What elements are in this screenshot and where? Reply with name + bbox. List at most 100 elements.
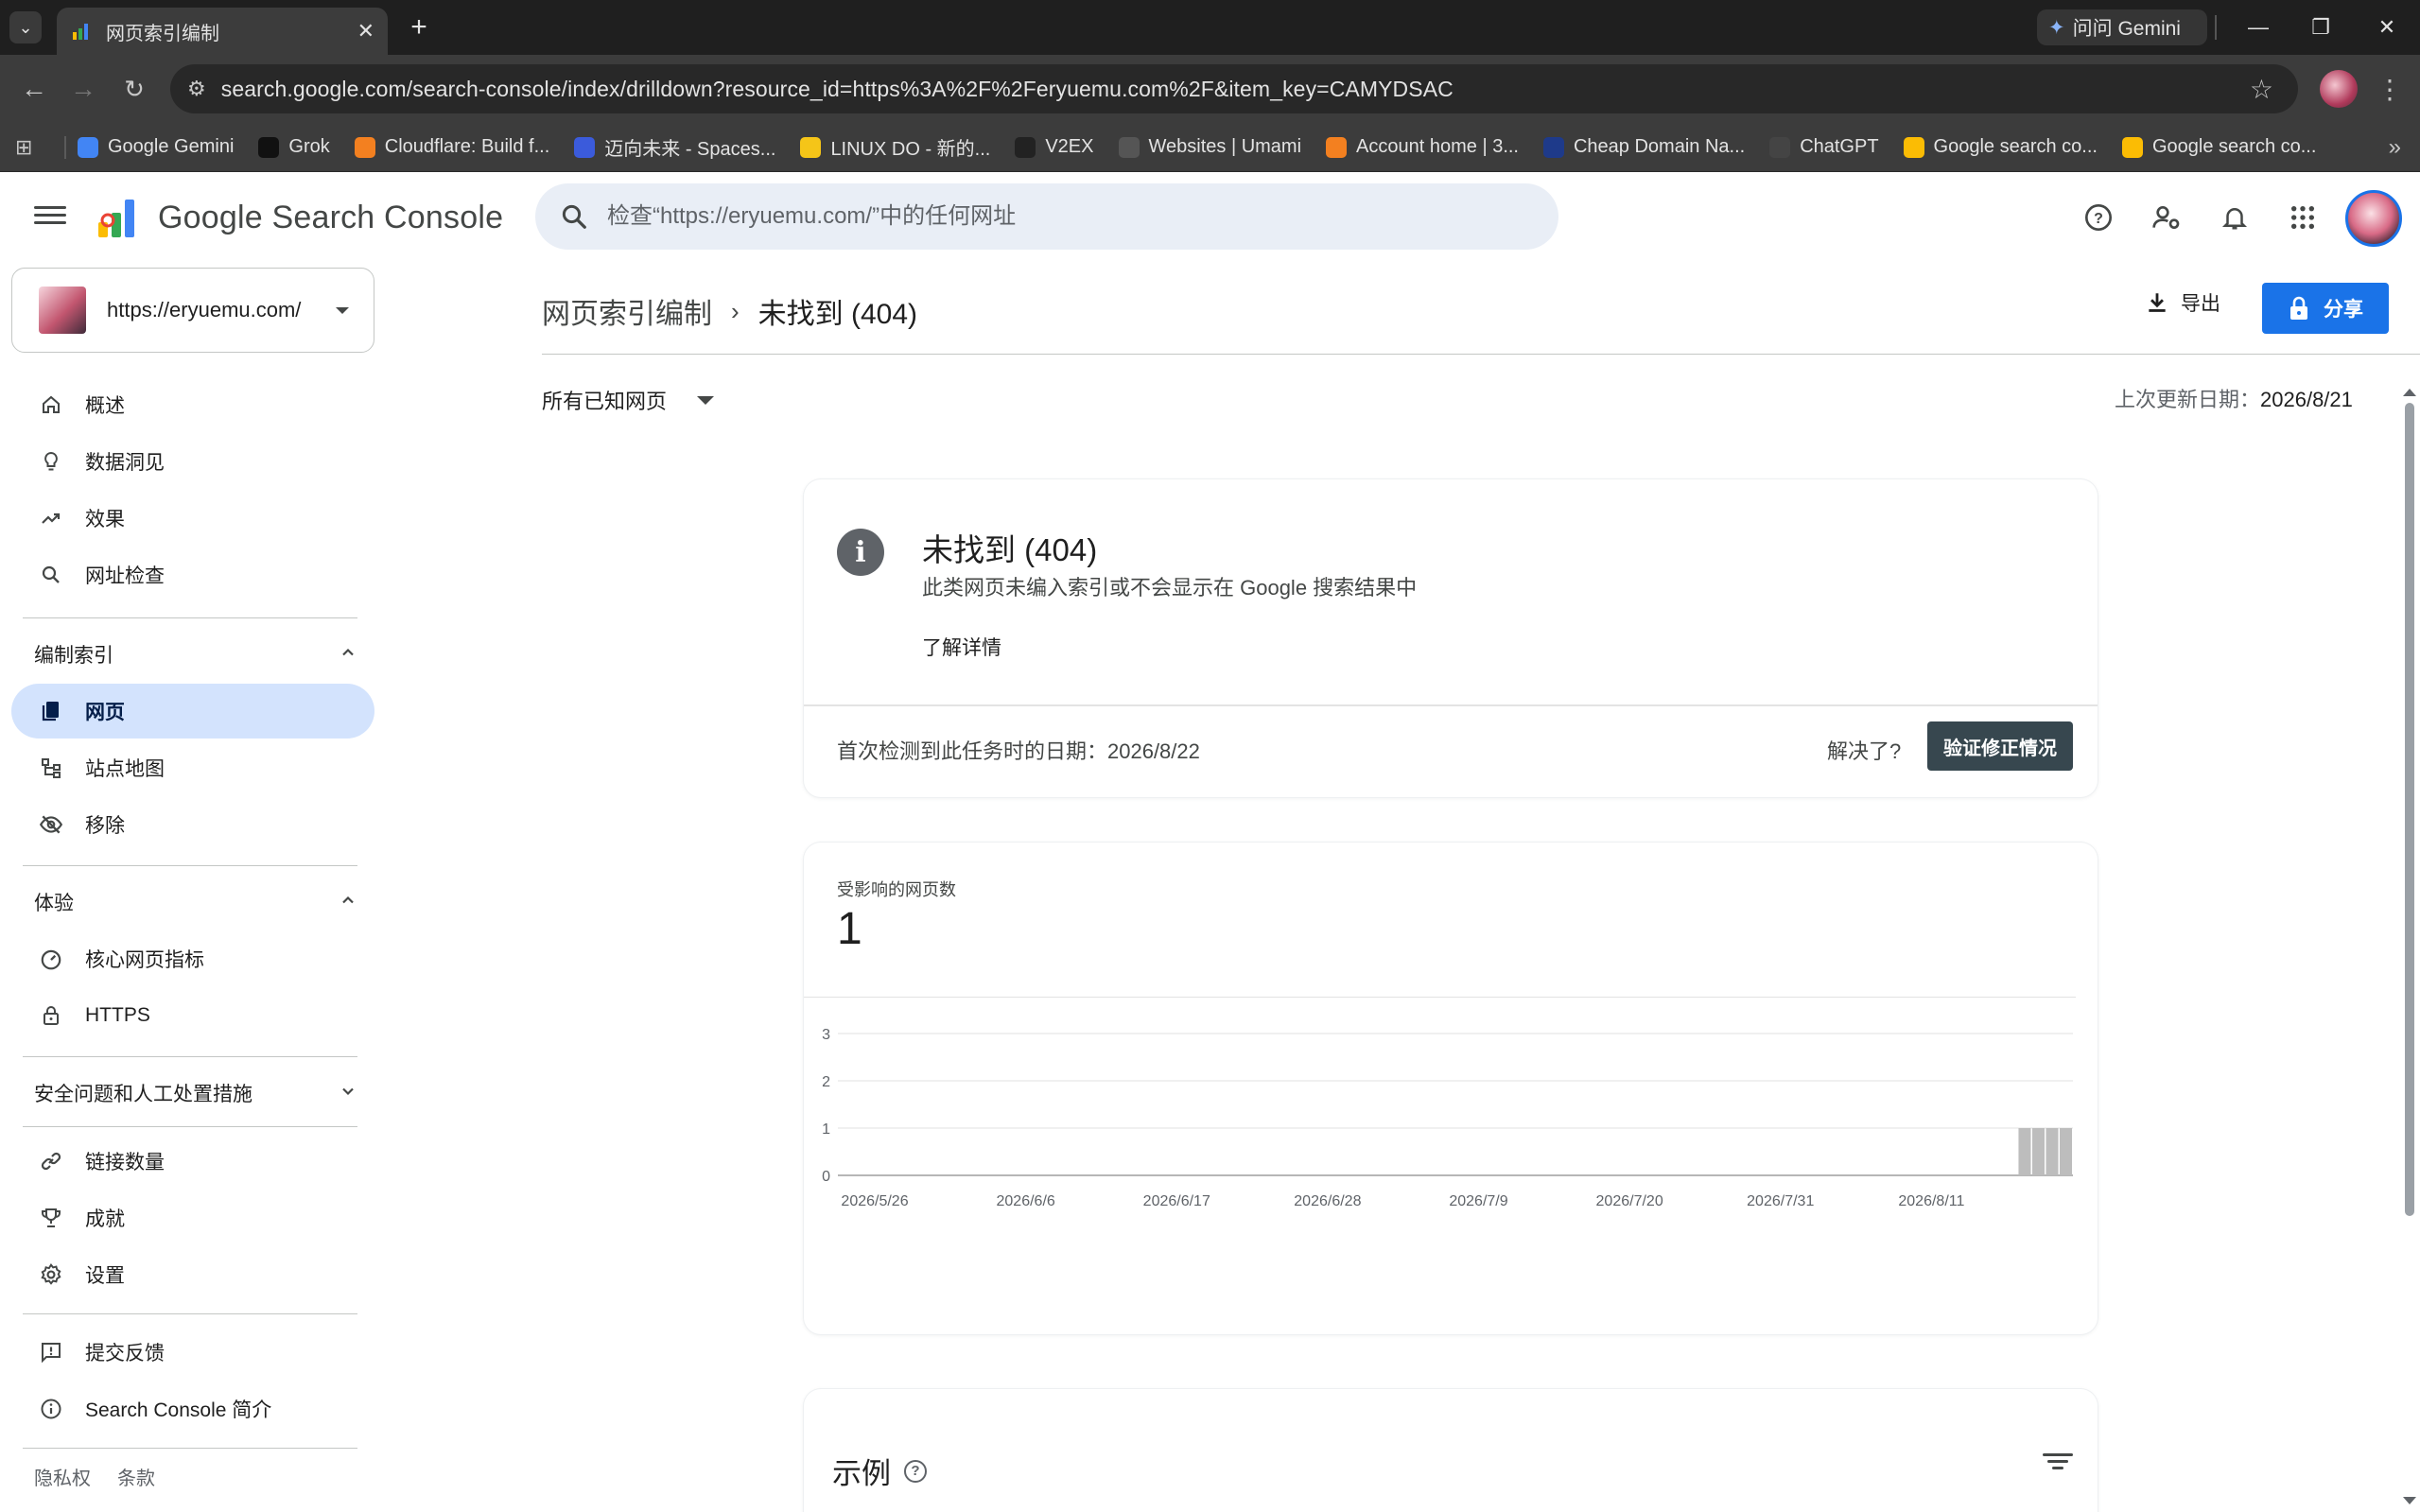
chevron-up-icon: [339, 643, 357, 667]
share-button[interactable]: 分享: [2262, 283, 2389, 334]
sidebar-item-core-web-vitals[interactable]: 核心网页指标: [11, 931, 374, 986]
svg-text:?: ?: [2094, 211, 2103, 227]
sidebar-item-label: HTTPS: [85, 1004, 150, 1026]
page-filter-dropdown[interactable]: 所有已知网页: [542, 385, 715, 415]
notifications-bell-icon[interactable]: [2215, 198, 2255, 237]
affected-pages-count: 1: [837, 904, 862, 954]
gemini-icon: ✦: [2048, 16, 2065, 39]
app-brand[interactable]: Google Search Console: [158, 200, 503, 236]
sidebar-item-label: 移除: [85, 815, 125, 837]
property-selector[interactable]: https://eryuemu.com/: [11, 268, 374, 353]
sidebar-section-indexing[interactable]: 编制索引: [11, 627, 374, 682]
minimize-button[interactable]: —: [2230, 8, 2287, 47]
sidebar-item-url-inspection[interactable]: 网址检查: [11, 547, 374, 602]
bookmarks-bar: ⊞ Google Gemini Grok Cloudflare: Build f..…: [0, 123, 2420, 172]
sidebar-divider: [23, 1056, 357, 1057]
help-icon[interactable]: ?: [2079, 198, 2118, 237]
bookmark-item[interactable]: Google Gemini: [78, 136, 234, 158]
bookmark-item[interactable]: Cloudflare: Build f...: [354, 136, 549, 158]
bookmark-item[interactable]: Cheap Domain Na...: [1542, 136, 1745, 158]
privacy-link[interactable]: 隐私权: [34, 1463, 91, 1490]
search-input[interactable]: [607, 203, 1558, 230]
browser-profile-avatar[interactable]: [2320, 70, 2358, 108]
site-info-icon[interactable]: ⚙: [187, 77, 206, 101]
caret-down-icon: [697, 395, 715, 405]
bookmark-label: ChatGPT: [1800, 136, 1879, 157]
y-tick-label: 0: [822, 1169, 830, 1185]
breadcrumb-parent-link[interactable]: 网页索引编制: [542, 290, 712, 332]
sidebar-item-sitemaps[interactable]: 站点地图: [11, 740, 374, 795]
back-button[interactable]: ←: [13, 68, 55, 110]
bookmark-item[interactable]: Google search co...: [1903, 136, 2098, 158]
issue-description: 此类网页未编入索引或不会显示在 Google 搜索结果中: [922, 576, 1418, 600]
close-window-button[interactable]: ✕: [2359, 8, 2415, 47]
terms-link[interactable]: 条款: [117, 1463, 155, 1490]
sidebar-item-achievements[interactable]: 成就: [11, 1190, 374, 1245]
help-icon[interactable]: ?: [904, 1459, 927, 1483]
sidebar-item-settings[interactable]: 设置: [11, 1247, 374, 1302]
browser-tab-active[interactable]: 网页索引编制 ✕: [57, 8, 388, 55]
bookmark-item[interactable]: ChatGPT: [1769, 136, 1879, 158]
sidebar-item-label: 提交反馈: [85, 1343, 165, 1364]
sidebar-item-removals[interactable]: 移除: [11, 797, 374, 852]
browser-tabbar: ⌄ 网页索引编制 ✕ + ✦ 问问 Gemini — ❐ ✕: [0, 0, 2420, 55]
browser-menu-icon[interactable]: ⋮: [2376, 68, 2404, 110]
page-scrollbar[interactable]: [2405, 403, 2414, 1216]
sidebar-item-about[interactable]: Search Console 简介: [11, 1382, 374, 1436]
chart-bar: [2031, 1128, 2045, 1175]
validate-fix-button[interactable]: 验证修正情况: [1927, 721, 2073, 771]
bookmark-item[interactable]: Google search co...: [2121, 136, 2316, 158]
bookmark-item[interactable]: 迈向未来 - Spaces...: [574, 133, 775, 161]
sidebar-item-pages[interactable]: 网页: [11, 684, 374, 739]
bookmark-item[interactable]: Grok: [258, 136, 330, 158]
forward-button[interactable]: →: [62, 68, 104, 110]
restore-button[interactable]: ❐: [2292, 8, 2349, 47]
apps-grid-icon[interactable]: ⊞: [15, 135, 45, 160]
sidebar-item-insights[interactable]: 数据洞见: [11, 434, 374, 489]
sidebar-item-performance[interactable]: 效果: [11, 491, 374, 546]
resolved-question: 解决了?: [1827, 739, 1902, 763]
tab-search-button[interactable]: ⌄: [9, 11, 42, 43]
sidebar-item-overview[interactable]: 概述: [11, 377, 374, 432]
scroll-down-arrow[interactable]: [2403, 1497, 2416, 1504]
manage-users-icon[interactable]: [2147, 198, 2186, 237]
bookmark-star-icon[interactable]: ☆: [2250, 74, 2273, 105]
more-bookmarks-icon[interactable]: »: [2389, 134, 2401, 161]
tab-close-icon[interactable]: ✕: [357, 19, 374, 43]
account-avatar[interactable]: [2345, 190, 2402, 247]
spaces-icon: [574, 136, 596, 158]
chevron-down-icon: [336, 306, 349, 314]
pages-icon: [38, 698, 64, 724]
sidebar-item-links[interactable]: 链接数量: [11, 1134, 374, 1189]
umami-icon: [1118, 136, 1140, 158]
sidebar-section-security[interactable]: 安全问题和人工处置措施: [11, 1066, 374, 1121]
bookmark-item[interactable]: Account home | 3...: [1326, 136, 1519, 158]
sidebar-item-https[interactable]: HTTPS: [11, 988, 374, 1043]
sidebar-section-experience[interactable]: 体验: [11, 875, 374, 930]
filter-list-icon[interactable]: [2043, 1450, 2073, 1478]
url-inspect-search[interactable]: [535, 183, 1558, 250]
url-text[interactable]: search.google.com/search-console/index/d…: [221, 77, 1454, 102]
chevron-down-icon: [339, 1082, 357, 1105]
reload-button[interactable]: ↻: [113, 68, 155, 110]
address-bar[interactable]: ⚙ search.google.com/search-console/index…: [170, 64, 2298, 113]
bookmark-item[interactable]: V2EX: [1015, 136, 1094, 158]
sidebar-item-feedback[interactable]: 提交反馈: [11, 1325, 374, 1380]
new-tab-button[interactable]: +: [401, 9, 437, 45]
scroll-up-arrow[interactable]: [2403, 389, 2416, 396]
gemini-icon: [78, 136, 98, 158]
main-content: 网页索引编制 › 未找到 (404) 导出 分享 所有已知网页 上次更新日期：2…: [511, 264, 2420, 1512]
chart-bar: [2046, 1128, 2059, 1175]
main-menu-icon[interactable]: [34, 201, 66, 234]
ask-gemini-button[interactable]: ✦ 问问 Gemini: [2037, 9, 2207, 45]
v2ex-icon: [1015, 136, 1036, 158]
issue-summary-card: i 未找到 (404) 此类网页未编入索引或不会显示在 Google 搜索结果中…: [804, 479, 2098, 797]
card-divider: [804, 704, 2098, 706]
sidebar-item-label: 链接数量: [85, 1152, 165, 1173]
bookmark-item[interactable]: LINUX DO - 新的...: [800, 133, 990, 161]
google-apps-icon[interactable]: [2283, 198, 2323, 237]
learn-more-link[interactable]: 了解详情: [922, 633, 1001, 661]
bookmark-item[interactable]: Websites | Umami: [1118, 136, 1301, 158]
export-button[interactable]: 导出: [2145, 288, 2220, 317]
last-updated-label: 上次更新日期：: [2115, 388, 2261, 411]
